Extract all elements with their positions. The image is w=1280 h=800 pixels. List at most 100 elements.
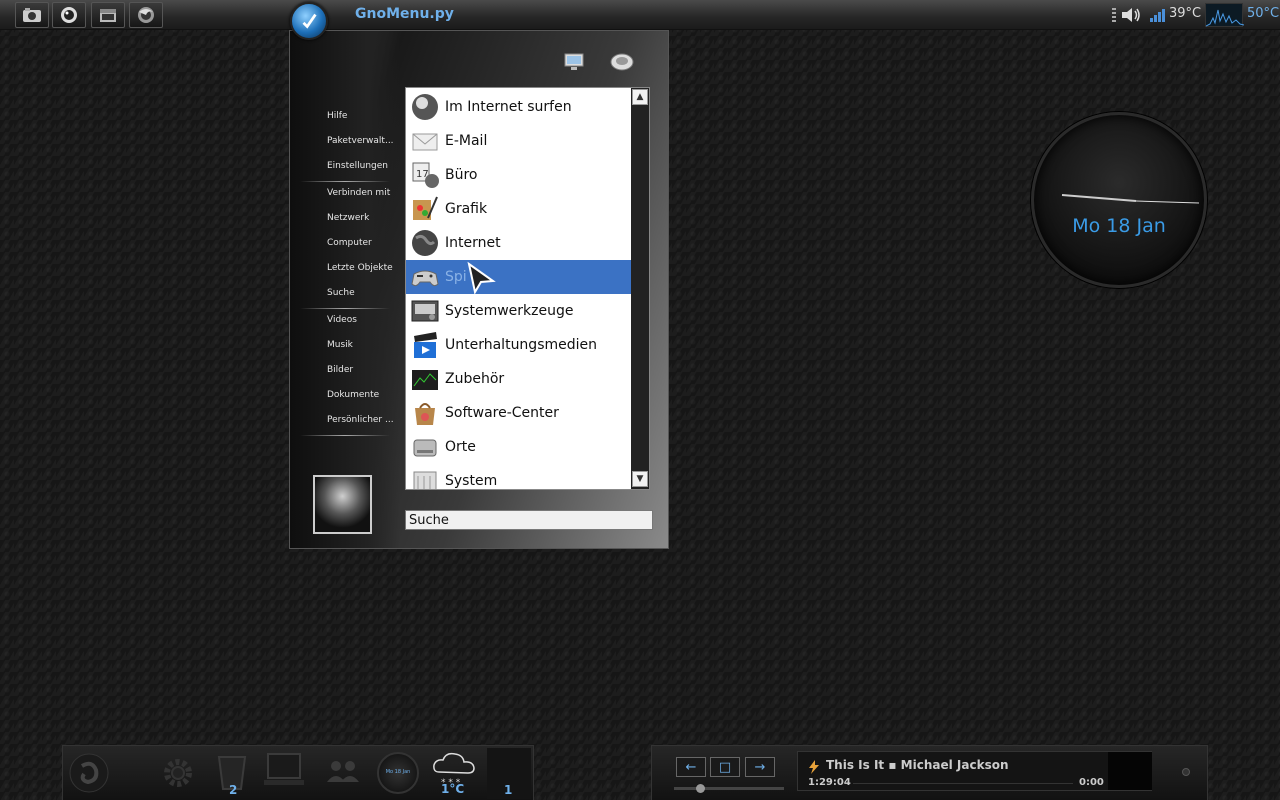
category-item-buero[interactable]: 17 Büro xyxy=(406,158,631,192)
desktop-clock: Mo 18 Jan xyxy=(1031,112,1207,288)
sidebar-link-computer[interactable]: Computer xyxy=(327,238,372,248)
drive-icon xyxy=(409,431,441,463)
now-playing-panel: This Is It ▪ Michael Jackson 1:29:04 0:0… xyxy=(797,751,1152,791)
sidebar-link-suche[interactable]: Suche xyxy=(327,288,355,298)
left-dock: 2 Mo 18 Jan * * * 1°C 1 xyxy=(62,745,534,800)
stop-button[interactable]: □ xyxy=(710,757,740,777)
firefox-launcher[interactable] xyxy=(129,2,163,28)
sidebar-link-paketverwaltung[interactable]: Paketverwalt... xyxy=(327,136,394,146)
category-label: Büro xyxy=(445,167,478,183)
trash-count: 2 xyxy=(229,783,238,797)
track-title: This Is It xyxy=(826,758,885,772)
signal-icon[interactable] xyxy=(1149,7,1167,23)
monitor-icon[interactable] xyxy=(563,51,585,73)
sidebar-link-musik[interactable]: Musik xyxy=(327,340,353,350)
mini-clock-date: Mo 18 Jan xyxy=(385,769,411,775)
sidebar-link-persoenlicher-ordner[interactable]: Persönlicher ... xyxy=(327,415,394,425)
square-icon: □ xyxy=(718,759,732,775)
clock-date: Mo 18 Jan xyxy=(1072,215,1166,237)
scroll-down-arrow[interactable]: ▼ xyxy=(632,471,648,487)
astronaut-icon xyxy=(61,7,77,23)
sidebar-link-dokumente[interactable]: Dokumente xyxy=(327,390,379,400)
scroll-up-arrow[interactable]: ▲ xyxy=(632,89,648,105)
track-progress-bar[interactable] xyxy=(853,783,1073,784)
category-label: Zubehör xyxy=(445,371,505,387)
window-launcher[interactable] xyxy=(91,2,125,28)
track-info: This Is It ▪ Michael Jackson xyxy=(826,758,1009,772)
gear-icon[interactable] xyxy=(161,756,195,790)
menu-orb-icon xyxy=(302,13,317,29)
category-item-orte[interactable]: Orte xyxy=(406,430,631,464)
category-item-zubehoer[interactable]: Zubehör xyxy=(406,362,631,396)
category-item-email[interactable]: E-Mail xyxy=(406,124,631,158)
next-button[interactable]: → xyxy=(745,757,775,777)
category-item-internet[interactable]: Internet xyxy=(406,226,631,260)
track-separator: ▪ xyxy=(888,758,897,772)
category-item-spiele[interactable]: Spi xyxy=(406,260,631,294)
gamepad-icon xyxy=(409,261,441,293)
cpu-graph-icon xyxy=(1205,9,1245,27)
clapperboard-icon xyxy=(409,329,441,361)
office-icon: 17 xyxy=(409,159,441,191)
weather-temp: 1°C xyxy=(441,782,465,796)
category-item-unterhaltungsmedien[interactable]: Unterhaltungsmedien xyxy=(406,328,631,362)
category-scrollbar[interactable]: ▲ ▼ xyxy=(631,88,649,489)
window-icon xyxy=(100,9,116,22)
volume-icon[interactable] xyxy=(1120,6,1142,24)
workspace-number: 1 xyxy=(504,783,513,797)
mouse-cursor-icon xyxy=(467,261,496,295)
category-item-system[interactable]: System xyxy=(406,464,631,489)
category-item-software-center[interactable]: Software-Center xyxy=(406,396,631,430)
gnome-foot-icon[interactable] xyxy=(68,752,110,794)
volume-slider-knob[interactable] xyxy=(696,784,705,793)
lightning-icon xyxy=(809,760,819,774)
astronaut-launcher[interactable] xyxy=(52,2,86,28)
arrow-left-icon: ← xyxy=(685,759,697,775)
power-icon[interactable] xyxy=(609,51,635,73)
category-label: Unterhaltungsmedien xyxy=(445,337,598,353)
media-player-dock: ← □ → This Is It ▪ Michael Jackson 1:29:… xyxy=(651,745,1208,800)
sidebar-link-bilder[interactable]: Bilder xyxy=(327,365,353,375)
category-label: Internet xyxy=(445,235,501,251)
envelope-icon xyxy=(409,125,441,157)
category-label: Software-Center xyxy=(445,405,559,421)
mini-clock-icon[interactable]: Mo 18 Jan xyxy=(377,752,419,794)
system-icon xyxy=(409,465,441,489)
category-item-systemwerkzeuge[interactable]: Systemwerkzeuge xyxy=(406,294,631,328)
firefox-icon xyxy=(138,7,154,23)
player-menu-dot[interactable] xyxy=(1182,768,1190,776)
sidebar-link-letzte-objekte[interactable]: Letzte Objekte xyxy=(327,263,393,273)
sidebar-link-hilfe[interactable]: Hilfe xyxy=(327,111,347,121)
workspace-switcher[interactable]: 1 xyxy=(487,748,531,799)
category-item-web[interactable]: Im Internet surfen xyxy=(406,90,631,124)
category-label: Grafik xyxy=(445,201,488,217)
gnomenu-button[interactable] xyxy=(290,2,328,40)
volume-slider[interactable] xyxy=(674,787,784,790)
sidebar-divider xyxy=(300,308,390,309)
sidebar-link-einstellungen[interactable]: Einstellungen xyxy=(327,161,388,171)
sidebar-link-verbinden[interactable]: Verbinden mit xyxy=(327,188,390,198)
laptop-icon[interactable] xyxy=(264,752,304,788)
sidebar-divider xyxy=(300,435,390,436)
search-input[interactable] xyxy=(405,510,653,530)
camera-launcher[interactable] xyxy=(15,2,49,28)
sidebar-link-videos[interactable]: Videos xyxy=(327,315,357,325)
previous-button[interactable]: ← xyxy=(676,757,706,777)
track-artist: Michael Jackson xyxy=(900,758,1009,772)
category-label: Spi xyxy=(445,269,467,285)
category-label: E-Mail xyxy=(445,133,488,149)
category-item-grafik[interactable]: Grafik xyxy=(406,192,631,226)
user-avatar[interactable] xyxy=(313,475,372,534)
software-center-icon xyxy=(409,397,441,429)
category-list: Im Internet surfen E-Mail 17 Büro Grafik… xyxy=(405,87,650,490)
elapsed-time: 1:29:04 xyxy=(808,777,851,788)
remaining-time: 0:00 xyxy=(1079,777,1104,788)
gpu-temp: 50°C xyxy=(1247,6,1280,21)
tray-handle[interactable] xyxy=(1112,8,1116,22)
system-tools-icon xyxy=(409,295,441,327)
graphics-icon xyxy=(409,193,441,225)
users-icon[interactable] xyxy=(325,758,361,784)
accessories-icon xyxy=(409,363,441,395)
cpu-graph xyxy=(1205,3,1245,27)
sidebar-link-netzwerk[interactable]: Netzwerk xyxy=(327,213,369,223)
